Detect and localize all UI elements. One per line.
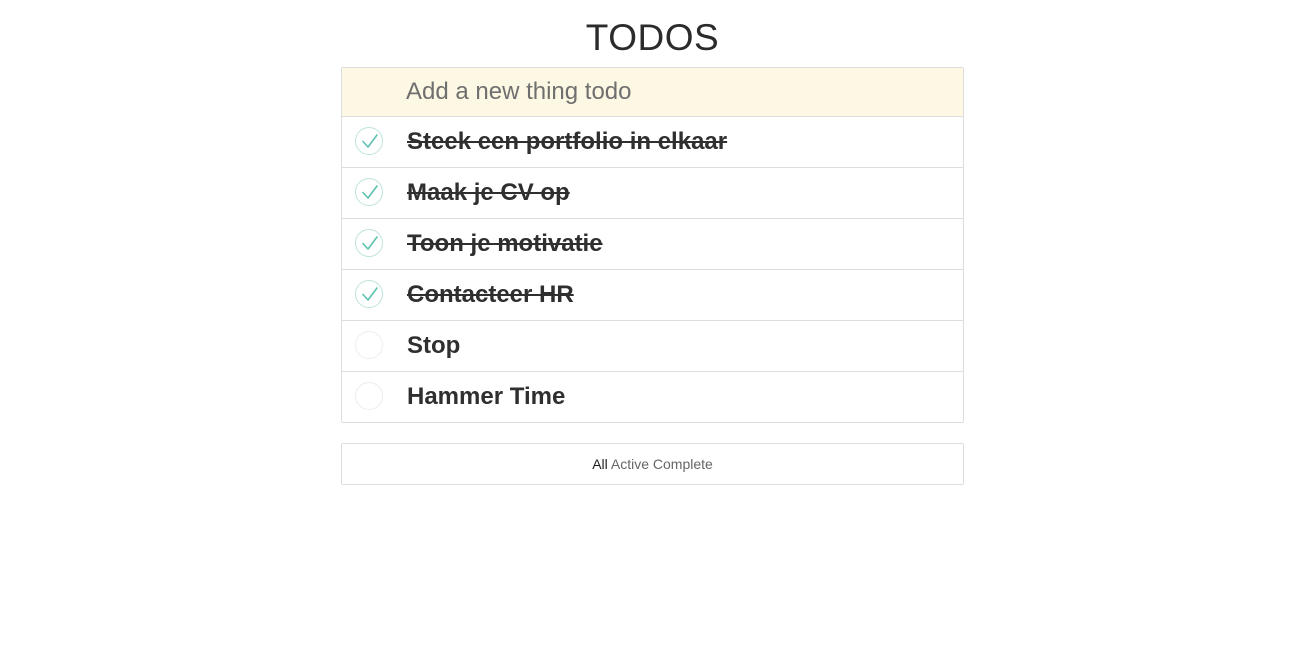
todo-list: Steek een portfolio in elkaar Maak je CV…: [342, 117, 963, 422]
todo-toggle[interactable]: [355, 127, 383, 155]
todo-item: Contacteer HR: [342, 270, 963, 321]
page-title: TODOS: [585, 17, 720, 58]
filter-complete[interactable]: Complete: [653, 456, 713, 472]
filter-bar: All Active Complete: [341, 443, 964, 485]
todo-label[interactable]: Contacteer HR: [407, 270, 574, 320]
todo-toggle[interactable]: [355, 280, 383, 308]
todo-panel: Steek een portfolio in elkaar Maak je CV…: [341, 67, 964, 423]
check-icon: [362, 185, 378, 199]
todo-label[interactable]: Hammer Time: [407, 372, 565, 422]
todo-label[interactable]: Steek een portfolio in elkaar: [407, 117, 727, 167]
todo-item: Steek een portfolio in elkaar: [342, 117, 963, 168]
todo-item: Hammer Time: [342, 372, 963, 422]
todo-item: Stop: [342, 321, 963, 372]
todo-toggle[interactable]: [355, 382, 383, 410]
todo-label[interactable]: Stop: [407, 321, 460, 371]
check-icon: [362, 134, 378, 148]
filter-all[interactable]: All: [592, 456, 608, 472]
todo-item: Maak je CV op: [342, 168, 963, 219]
new-todo-input[interactable]: [406, 68, 946, 116]
todo-item: Toon je motivatie: [342, 219, 963, 270]
todo-toggle[interactable]: [355, 331, 383, 359]
todo-label[interactable]: Toon je motivatie: [407, 219, 603, 269]
todo-toggle[interactable]: [355, 229, 383, 257]
todo-toggle[interactable]: [355, 178, 383, 206]
new-todo-row: [342, 68, 963, 117]
todo-label[interactable]: Maak je CV op: [407, 168, 570, 218]
check-icon: [362, 287, 378, 301]
check-icon: [362, 236, 378, 250]
filter-active[interactable]: Active: [611, 456, 649, 472]
todo-app: TODOS Steek een portfolio in elkaar: [0, 0, 1305, 649]
